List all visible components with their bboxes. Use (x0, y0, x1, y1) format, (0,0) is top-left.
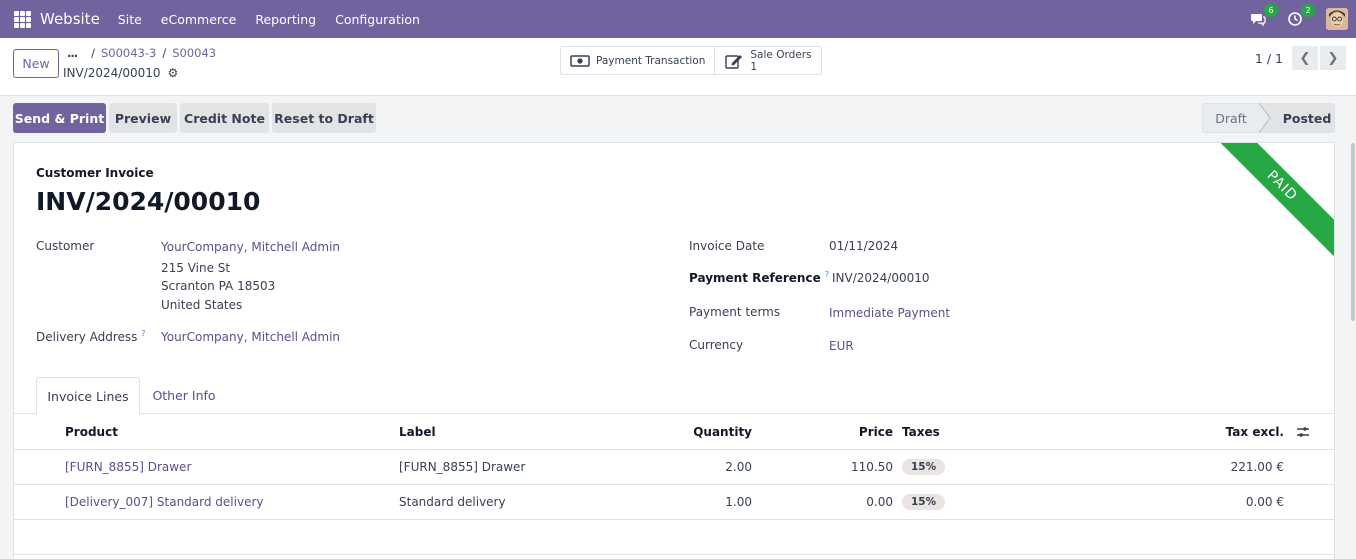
table-row[interactable]: [FURN_8855] Drawer [FURN_8855] Drawer 2.… (14, 450, 1334, 485)
column-product[interactable]: Product (65, 414, 118, 449)
main-navbar: Website Site eCommerce Reporting Configu… (0, 0, 1356, 38)
table-header: Product Label Quantity Price Taxes Tax e… (14, 414, 1334, 450)
money-icon (570, 54, 590, 68)
line-price[interactable]: 0.00 (814, 485, 893, 519)
action-bar: Send & Print Preview Credit Note Reset t… (0, 96, 1356, 142)
sale-orders-count: 1 (750, 60, 758, 73)
paid-ribbon: PAID (1202, 143, 1334, 266)
column-taxes[interactable]: Taxes (902, 414, 940, 449)
preview-button[interactable]: Preview (109, 103, 177, 133)
messages-count-badge: 6 (1264, 4, 1278, 17)
breadcrumb: ... / S00043-3 / S00043 (67, 46, 217, 60)
column-settings-icon[interactable] (1296, 414, 1310, 449)
breadcrumb-item-s00043[interactable]: S00043 (172, 46, 216, 60)
status-posted[interactable]: Posted (1259, 103, 1335, 133)
payment-reference-field[interactable]: INV/2024/00010 (832, 271, 930, 285)
sale-orders-button[interactable]: Sale Orders 1 (714, 47, 821, 74)
address-line-street: 215 Vine St (161, 261, 231, 275)
notebook-tabs: Invoice Lines Other Info (14, 377, 1334, 415)
record-title: INV/2024/00010 ⚙ (63, 66, 178, 80)
document-type: Customer Invoice (36, 166, 154, 180)
menu-configuration[interactable]: Configuration (335, 12, 420, 27)
invoice-form-sheet: PAID Customer Invoice INV/2024/00010 Cus… (13, 142, 1335, 559)
invoice-date-field[interactable]: 01/11/2024 (829, 239, 898, 253)
address-line-country: United States (161, 298, 243, 312)
chevron-left-icon: ❮ (1299, 50, 1311, 66)
column-price[interactable]: Price (814, 414, 893, 449)
smart-buttons: Payment Transaction Sale Orders 1 (560, 46, 822, 75)
messages-button[interactable]: 6 (1248, 4, 1278, 29)
line-subtotal: 0.00 € (1245, 495, 1284, 509)
payment-reference-label: Payment Reference ? (689, 270, 830, 285)
breadcrumb-item-s00043-3[interactable]: S00043-3 (101, 46, 156, 60)
tab-invoice-lines[interactable]: Invoice Lines (36, 377, 140, 415)
line-quantity[interactable]: 2.00 (654, 450, 752, 484)
chat-icon (1251, 14, 1266, 27)
app-menu-icon[interactable] (14, 10, 31, 28)
invoice-number: INV/2024/00010 (36, 187, 261, 216)
currency-field[interactable]: EUR (829, 339, 854, 353)
edit-icon (724, 54, 744, 69)
delivery-address-field[interactable]: YourCompany, Mitchell Admin (161, 330, 340, 344)
tax-badge: 15% (902, 459, 946, 475)
breadcrumb-more[interactable]: ... (67, 46, 78, 60)
chevron-right-icon: ❯ (1327, 50, 1339, 66)
control-panel: New ... / S00043-3 / S00043 INV/2024/000… (0, 38, 1356, 96)
status-posted-label: Posted (1282, 110, 1332, 126)
currency-label: Currency (689, 338, 744, 352)
column-quantity[interactable]: Quantity (654, 414, 752, 449)
menu-ecommerce[interactable]: eCommerce (161, 12, 237, 27)
tax-badge: 15% (902, 494, 946, 510)
gear-icon[interactable]: ⚙ (168, 66, 179, 80)
payment-terms-field[interactable]: Immediate Payment (829, 306, 950, 320)
column-tax-excl[interactable]: Tax excl. (1164, 414, 1284, 449)
line-product[interactable]: [Delivery_007] Standard delivery (65, 485, 264, 519)
status-bar: Draft Posted (1202, 103, 1335, 133)
table-row-empty[interactable] (14, 520, 1334, 555)
help-icon[interactable]: ? (825, 270, 829, 279)
line-quantity[interactable]: 1.00 (654, 485, 752, 519)
menu-site[interactable]: Site (118, 12, 142, 27)
column-label[interactable]: Label (399, 414, 436, 449)
line-subtotal: 221.00 € (1230, 460, 1284, 474)
page-scrollbar-thumb[interactable] (1351, 143, 1355, 321)
payment-transaction-button[interactable]: Payment Transaction (561, 47, 715, 74)
delivery-address-label: Delivery Address ? (36, 329, 146, 344)
send-print-button[interactable]: Send & Print (13, 103, 106, 133)
payment-terms-label: Payment terms (689, 305, 781, 319)
table-row[interactable]: [Delivery_007] Standard delivery Standar… (14, 485, 1334, 520)
status-draft[interactable]: Draft (1202, 103, 1259, 133)
pager-next-button[interactable]: ❯ (1320, 46, 1346, 70)
status-arrow-icon (1259, 103, 1271, 133)
activities-button[interactable]: 2 (1285, 4, 1315, 29)
line-taxes[interactable]: 15% (902, 485, 946, 519)
line-taxes[interactable]: 15% (902, 450, 946, 484)
payment-transaction-label: Payment Transaction (596, 54, 706, 67)
pager-previous-button[interactable]: ❮ (1292, 46, 1318, 70)
line-product[interactable]: [FURN_8855] Drawer (65, 450, 191, 484)
user-avatar[interactable] (1326, 8, 1348, 30)
record-name: INV/2024/00010 (63, 66, 161, 80)
line-label[interactable]: [FURN_8855] Drawer (399, 450, 525, 484)
line-label[interactable]: Standard delivery (399, 485, 506, 519)
reset-to-draft-button[interactable]: Reset to Draft (272, 103, 376, 133)
menu-reporting[interactable]: Reporting (255, 12, 316, 27)
address-line-city: Scranton PA 18503 (161, 279, 276, 293)
new-button[interactable]: New (13, 49, 59, 78)
help-icon[interactable]: ? (141, 329, 145, 338)
invoice-date-label: Invoice Date (689, 239, 765, 253)
credit-note-button[interactable]: Credit Note (180, 103, 269, 133)
activities-count-badge: 2 (1301, 4, 1315, 17)
clock-icon (1288, 12, 1302, 26)
tab-other-info[interactable]: Other Info (142, 377, 226, 414)
customer-label: Customer (36, 239, 95, 253)
pager-value[interactable]: 1 / 1 (1255, 51, 1283, 66)
pager: 1 / 1 ❮ ❯ (1255, 46, 1346, 70)
app-name[interactable]: Website (40, 10, 100, 28)
line-price[interactable]: 110.50 (814, 450, 893, 484)
customer-field[interactable]: YourCompany, Mitchell Admin (161, 240, 340, 254)
sale-orders-label: Sale Orders (750, 48, 812, 61)
